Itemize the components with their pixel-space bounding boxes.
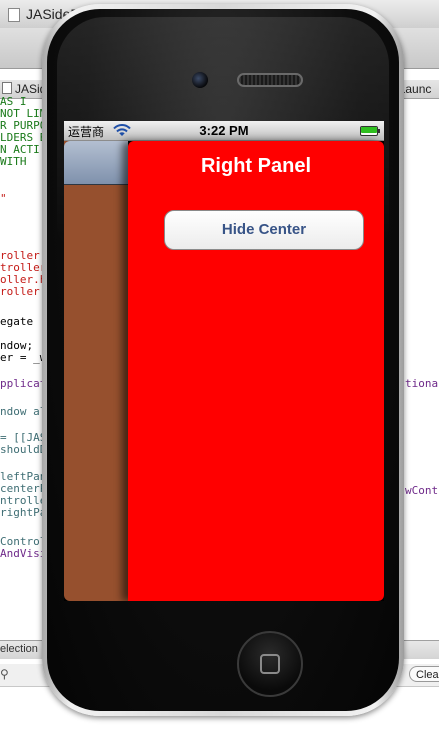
code-line: rightPa (0, 506, 47, 519)
search-icon[interactable]: ⚲ (0, 667, 9, 681)
code-line-right: wContr (405, 484, 439, 497)
status-time: 3:22 PM (199, 123, 249, 138)
left-panel[interactable] (64, 141, 128, 601)
status-bar: 运营商 3:22 PM (64, 121, 384, 141)
code-line-right: tionar (405, 377, 439, 390)
home-button[interactable] (237, 631, 303, 697)
battery-icon (360, 126, 380, 136)
clear-button[interactable]: Clea (409, 666, 439, 682)
code-line: pplicat (0, 377, 47, 390)
code-line: shouldD (0, 443, 47, 456)
battery-nub (378, 129, 380, 133)
home-square-icon (260, 654, 280, 674)
right-panel-title: Right Panel (200, 155, 311, 177)
code-line: AndVisi (0, 547, 47, 560)
code-line: WITH (0, 155, 27, 168)
document-icon (8, 8, 20, 22)
code-line: egate (0, 315, 34, 328)
code-line: er = _w (0, 351, 47, 364)
code-line: ndow al (0, 405, 47, 418)
battery-level-fill (361, 127, 377, 133)
iphone-screen: 运营商 3:22 PM Right Panel Hide Center (64, 121, 384, 601)
right-panel: Right Panel Hide Center (128, 141, 384, 601)
earpiece-speaker (237, 73, 303, 87)
selection-label: election (0, 643, 38, 655)
code-line: " (0, 192, 7, 205)
hide-center-button[interactable]: Hide Center (164, 210, 364, 250)
file-icon (2, 82, 12, 94)
app-content: Right Panel Hide Center (64, 141, 384, 601)
code-line: roller. (0, 285, 47, 298)
front-camera-icon (191, 71, 209, 89)
left-panel-navigation-bar (64, 141, 128, 185)
